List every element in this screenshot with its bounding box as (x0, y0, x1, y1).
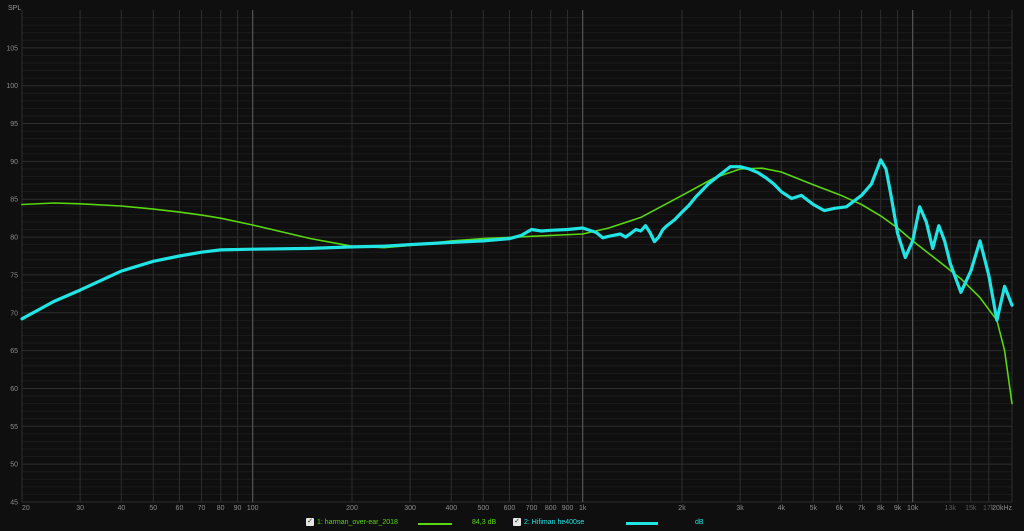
x-tick-label: 70 (198, 505, 206, 512)
x-tick-label: 13k (945, 505, 957, 512)
x-tick-label: 700 (526, 505, 538, 512)
x-tick-label: 90 (234, 505, 242, 512)
series-1-level: 84,3 dB (472, 519, 497, 526)
series-1-name: 1: harman_over-ear_2018 (317, 519, 398, 526)
y-tick-label: 50 (10, 462, 18, 469)
y-tick-label: 70 (10, 310, 18, 317)
x-tick-label: 40 (117, 505, 125, 512)
x-tick-label: 800 (545, 505, 557, 512)
x-tick-label: 400 (445, 505, 457, 512)
x-tick-label: 80 (217, 505, 225, 512)
x-tick-label: 20 (22, 505, 30, 512)
x-tick-label: 2k (678, 505, 686, 512)
y-tick-label: 100 (6, 83, 18, 90)
x-tick-label: 30 (76, 505, 84, 512)
y-tick-label: 75 (10, 272, 18, 279)
y-axis-label: SPL (8, 5, 21, 12)
y-tick-label: 80 (10, 235, 18, 242)
series-2-swatch (626, 522, 658, 525)
frequency-response-chart: 45 50 55 60 65 70 75 80 85 90 95 100 105 20 30 40 50 60 7… (0, 0, 1024, 531)
x-tick-label: 900 (562, 505, 574, 512)
x-tick-label: 3k (736, 505, 744, 512)
y-tick-label: 65 (10, 348, 18, 355)
series-1-swatch (418, 523, 452, 525)
x-tick-label: 200 (346, 505, 358, 512)
x-tick-label: 500 (477, 505, 489, 512)
x-tick-label: 10k (907, 505, 919, 512)
y-tick-label: 85 (10, 197, 18, 204)
x-tick-label: 6k (836, 505, 844, 512)
x-tick-label: 20kHz (992, 505, 1012, 512)
x-tick-label: 4k (778, 505, 786, 512)
series-2-level: dB (695, 519, 704, 526)
x-tick-label: 100 (247, 505, 259, 512)
x-tick-label: 60 (176, 505, 184, 512)
x-tick-label: 8k (877, 505, 885, 512)
x-tick-label: 50 (149, 505, 157, 512)
x-tick-label: 1k (579, 505, 587, 512)
x-tick-label: 300 (404, 505, 416, 512)
y-tick-label: 60 (10, 386, 18, 393)
x-tick-label: 15k (965, 505, 977, 512)
y-tick-label: 90 (10, 159, 18, 166)
series-2-checkbox[interactable]: ✓ (513, 518, 521, 526)
x-tick-label: 5k (810, 505, 818, 512)
legend: ✓ 1: harman_over-ear_2018 84,3 dB ✓ 2: H… (0, 516, 1024, 531)
y-tick-label: 105 (6, 45, 18, 52)
x-tick-label: 600 (504, 505, 516, 512)
x-tick-label: 7k (858, 505, 866, 512)
y-tick-label: 95 (10, 121, 18, 128)
series-1-checkbox[interactable]: ✓ (306, 518, 314, 526)
series-2-name: 2: Hifiman he400se (524, 519, 585, 526)
y-tick-label: 55 (10, 424, 18, 431)
x-tick-label: 9k (894, 505, 902, 512)
y-tick-label: 45 (10, 500, 18, 507)
